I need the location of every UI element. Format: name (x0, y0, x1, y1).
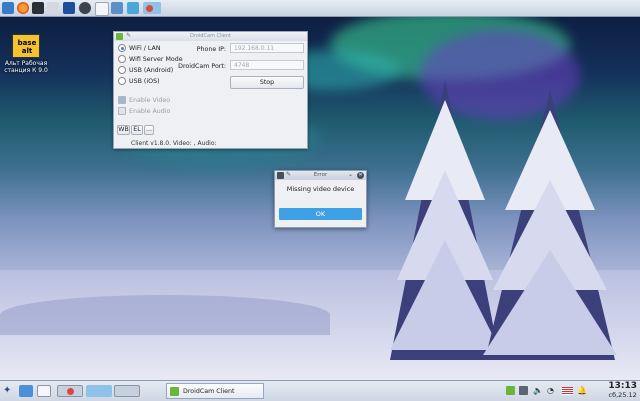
desktop-shortcut-label-1: Альт Рабочая (4, 60, 48, 67)
desktop-shortcut-label-2: станция К 9.0 (4, 67, 48, 74)
droidcam-title: DroidCam Client (190, 33, 231, 39)
wifi-icon[interactable]: ◔ (547, 386, 556, 395)
app-menu-icon[interactable] (2, 2, 14, 14)
clock[interactable]: 13:13 сб,25.12 (608, 381, 637, 399)
image-viewer-icon[interactable] (146, 5, 153, 12)
error-titlebar[interactable]: ✎ Error ⌄ ✕ (275, 171, 366, 180)
status-text: Client v1.8.0. Video: , Audio: (131, 140, 217, 147)
radio-wifi-lan[interactable]: WiFi / LAN (118, 44, 161, 52)
workspace-3[interactable] (114, 385, 140, 397)
enable-audio-checkbox[interactable]: Enable Audio (118, 107, 170, 115)
radio-usb-android[interactable]: USB (Android) (118, 66, 173, 74)
clock-date: сб,25.12 (608, 391, 637, 399)
droidcam-tray-icon[interactable] (506, 386, 515, 395)
radio-label: USB (iOS) (129, 77, 160, 85)
volume-icon[interactable]: 🔈 (533, 386, 543, 395)
radio-button-icon (118, 77, 126, 85)
droidcam-window: ✎ DroidCam Client WiFi / LAN Wifi Server… (113, 31, 308, 149)
el-button[interactable]: EL (131, 125, 143, 135)
browser-task-icon[interactable] (67, 388, 74, 395)
radio-button-icon (118, 44, 126, 52)
radio-usb-ios[interactable]: USB (iOS) (118, 77, 160, 85)
close-icon[interactable]: ✕ (357, 172, 364, 179)
error-message: Missing video device (286, 185, 355, 193)
clock-time: 13:13 (608, 381, 637, 391)
wb-button[interactable]: WB (117, 125, 130, 135)
start-menu-icon[interactable]: ✦ (3, 385, 15, 397)
document-icon[interactable] (95, 2, 109, 16)
checkbox-label: Enable Video (129, 96, 171, 104)
more-button[interactable]: ... (144, 125, 154, 135)
top-panel (0, 0, 640, 17)
phone-ip-label: Phone IP: (196, 46, 226, 53)
snowy-trees-graphic (390, 80, 617, 360)
phone-ip-field[interactable]: 192.168.0.11 (230, 43, 304, 53)
radio-label: WiFi / LAN (129, 44, 161, 52)
error-dialog: ✎ Error ⌄ ✕ Missing video device OK (274, 170, 367, 228)
radio-label: Wifi Server Mode (129, 55, 183, 63)
storage-icon[interactable] (519, 386, 528, 395)
port-field[interactable]: 4748 (230, 60, 304, 70)
base-alt-logo: base alt (12, 34, 40, 58)
notification-icon[interactable]: 🔔 (577, 386, 587, 395)
radio-button-icon (118, 66, 126, 74)
file-manager-icon[interactable] (47, 2, 59, 14)
droidcam-icon (170, 387, 179, 396)
workspace-2[interactable] (86, 385, 112, 397)
file-manager-icon[interactable] (19, 385, 33, 397)
radio-wifi-server[interactable]: Wifi Server Mode (118, 55, 183, 63)
checkbox-icon (118, 107, 126, 115)
chevron-down-icon[interactable]: ⌄ (348, 171, 353, 178)
terminal-icon[interactable] (32, 2, 44, 14)
checkbox-label: Enable Audio (129, 107, 171, 115)
stop-button[interactable]: Stop (230, 76, 304, 89)
droidcam-titlebar[interactable]: ✎ DroidCam Client (114, 32, 307, 41)
enable-video-checkbox[interactable]: Enable Video (118, 96, 170, 104)
radio-button-icon (118, 55, 126, 63)
checkbox-icon (118, 96, 126, 104)
taskbar-item-label: DroidCam Client (183, 388, 235, 395)
show-desktop-icon[interactable] (37, 385, 51, 397)
port-label: DroidCam Port: (178, 63, 226, 70)
firefox-icon[interactable] (17, 2, 29, 14)
radio-label: USB (Android) (129, 66, 174, 74)
keyboard-layout-flag-icon[interactable] (562, 387, 573, 395)
text-editor-icon[interactable] (111, 2, 123, 14)
network-icon[interactable] (79, 2, 91, 14)
taskbar-item-droidcam[interactable]: DroidCam Client (166, 383, 264, 399)
ok-button[interactable]: OK (279, 208, 362, 220)
bottom-panel: ✦ DroidCam Client 🔈 ◔ 🔔 13:13 сб,25.12 (0, 380, 640, 401)
calculator-icon[interactable] (63, 2, 75, 14)
desktop-shortcut-alt[interactable]: base alt Альт Рабочая станция К 9.0 (2, 34, 50, 74)
settings-icon[interactable] (127, 2, 139, 14)
